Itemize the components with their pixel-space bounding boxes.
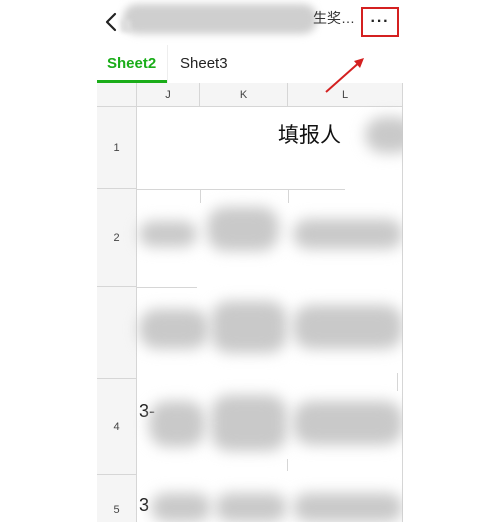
cell-fragment: 3 bbox=[139, 495, 150, 515]
sheet-grid: J K L 1 2 4 5 填报人 3- 3 bbox=[97, 83, 403, 522]
redacted-value bbox=[207, 207, 279, 251]
tab-sheet3[interactable]: Sheet3 bbox=[180, 45, 228, 83]
more-options-button[interactable]: ··· bbox=[361, 7, 399, 37]
column-header-j[interactable]: J bbox=[137, 83, 200, 107]
redacted-value bbox=[139, 309, 209, 349]
back-button[interactable] bbox=[101, 10, 123, 34]
grid-line bbox=[200, 189, 201, 203]
chevron-left-icon bbox=[105, 12, 117, 32]
redacted-value bbox=[215, 493, 287, 522]
row-header-2[interactable]: 2 bbox=[97, 189, 137, 287]
document-title-redacted-fragment bbox=[121, 20, 131, 32]
tab-divider bbox=[167, 45, 168, 83]
column-header-k[interactable]: K bbox=[200, 83, 288, 107]
grid-line bbox=[137, 287, 197, 288]
redacted-value bbox=[151, 493, 211, 522]
row-header-1[interactable]: 1 bbox=[97, 107, 137, 189]
tab-sheet2[interactable]: Sheet2 bbox=[107, 45, 156, 83]
redacted-value bbox=[139, 221, 197, 247]
grid-line bbox=[287, 459, 288, 471]
annotation-arrow-icon bbox=[325, 58, 364, 93]
document-title-suffix: 生奖… bbox=[313, 10, 355, 26]
redacted-value bbox=[149, 401, 205, 447]
corner-cell[interactable] bbox=[97, 83, 137, 107]
row-header-4[interactable]: 4 bbox=[97, 379, 137, 475]
grid-line bbox=[288, 189, 289, 203]
redacted-value bbox=[293, 305, 403, 349]
redacted-value bbox=[211, 395, 287, 451]
redacted-value bbox=[365, 117, 403, 153]
redacted-value bbox=[211, 301, 287, 353]
redacted-value bbox=[293, 493, 403, 522]
grid-line bbox=[402, 107, 403, 522]
redacted-value bbox=[293, 219, 403, 249]
row-header-5[interactable]: 5 bbox=[97, 475, 137, 522]
top-bar: 生奖… ··· bbox=[97, 0, 403, 45]
grid-line bbox=[137, 189, 345, 190]
grid-line bbox=[397, 373, 398, 391]
cell-filler-label[interactable]: 填报人 bbox=[278, 119, 341, 149]
row-header-3[interactable] bbox=[97, 287, 137, 379]
more-icon: ··· bbox=[370, 13, 390, 30]
redacted-value bbox=[293, 401, 403, 445]
document-title-redacted bbox=[123, 4, 317, 34]
